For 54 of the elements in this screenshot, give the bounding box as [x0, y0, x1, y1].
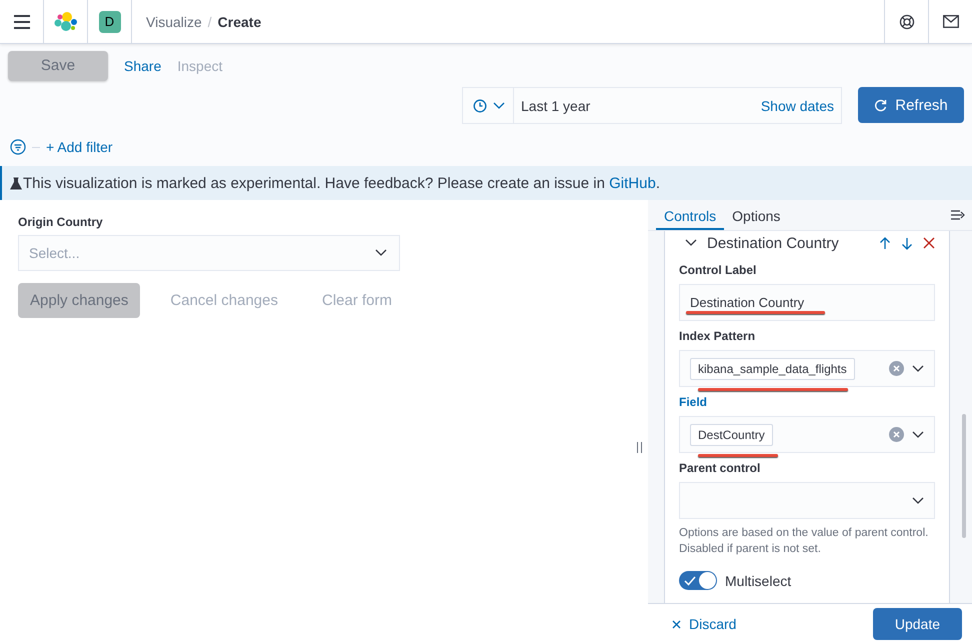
- toggle-label: Multiselect: [725, 572, 792, 589]
- help-text: Options are based on the value of parent control. Disabled if parent is not set.: [679, 526, 930, 558]
- chevron-down-icon[interactable]: [685, 239, 697, 247]
- chevron-down-icon: [375, 249, 387, 257]
- clear-icon[interactable]: [889, 427, 904, 442]
- apply-button[interactable]: Apply changes: [18, 283, 140, 318]
- close-icon[interactable]: [923, 237, 935, 249]
- toolbar-link[interactable]: Share: [124, 58, 162, 74]
- show-dates-link[interactable]: Show dates: [760, 98, 841, 114]
- control-title: Destination Country: [707, 234, 840, 252]
- breadcrumb[interactable]: Visualize: [146, 14, 202, 30]
- resize-handle[interactable]: [636, 442, 642, 452]
- callout-text: This visualization is marked as experimental. Have feedback? Please create an issue in GitHub.: [23, 174, 660, 192]
- chevron-down-icon[interactable]: [912, 364, 924, 372]
- github-link[interactable]: GitHub: [609, 174, 656, 192]
- breadcrumb-separator: /: [208, 14, 212, 30]
- breadcrumb[interactable]: Create: [218, 14, 262, 30]
- input-value: Destination Country: [690, 295, 804, 310]
- editor-tab[interactable]: Options: [724, 200, 788, 230]
- selected-pill: kibana_sample_data_flights: [690, 358, 855, 380]
- add-filter-link[interactable]: + Add filter: [46, 139, 113, 155]
- date-picker[interactable]: Last 1 year Show dates: [462, 87, 842, 124]
- date-range-text: Last 1 year: [520, 98, 592, 114]
- refresh-button[interactable]: Refresh: [858, 87, 964, 123]
- help-icon[interactable]: [898, 14, 914, 30]
- clock-icon: [473, 98, 487, 112]
- chevron-down-icon[interactable]: [912, 430, 924, 438]
- field-label: Parent control: [679, 461, 762, 475]
- chevron-down-icon[interactable]: [912, 496, 924, 504]
- mail-icon[interactable]: [942, 15, 958, 28]
- collapse-icon[interactable]: [950, 209, 966, 221]
- beaker-icon: [10, 176, 22, 190]
- input-field[interactable]: Destination Country: [679, 284, 935, 321]
- chevron-down-icon: [493, 102, 505, 110]
- field-label: Field: [679, 395, 708, 409]
- clear-icon[interactable]: [889, 361, 904, 376]
- refresh-icon: [874, 98, 888, 112]
- update-button[interactable]: Update: [872, 608, 962, 640]
- select-placeholder: Select...: [29, 245, 80, 261]
- discard-button[interactable]: Discard: [672, 616, 736, 632]
- toggle-switch[interactable]: [679, 571, 717, 590]
- field-label: Index Pattern: [679, 329, 756, 343]
- control-label: Origin Country: [18, 215, 104, 229]
- menu-icon[interactable]: [12, 14, 30, 28]
- field-label: Control Label: [679, 263, 758, 277]
- check-icon: [684, 576, 696, 586]
- arrow-down-icon[interactable]: [901, 236, 913, 250]
- input-field[interactable]: [679, 482, 935, 519]
- selected-pill: DestCountry: [690, 424, 773, 446]
- logo-icon[interactable]: [54, 10, 78, 32]
- space-avatar[interactable]: D: [98, 10, 120, 32]
- arrow-up-icon[interactable]: [879, 236, 891, 250]
- filter-icon[interactable]: [10, 139, 26, 155]
- cross-icon: [672, 620, 681, 628]
